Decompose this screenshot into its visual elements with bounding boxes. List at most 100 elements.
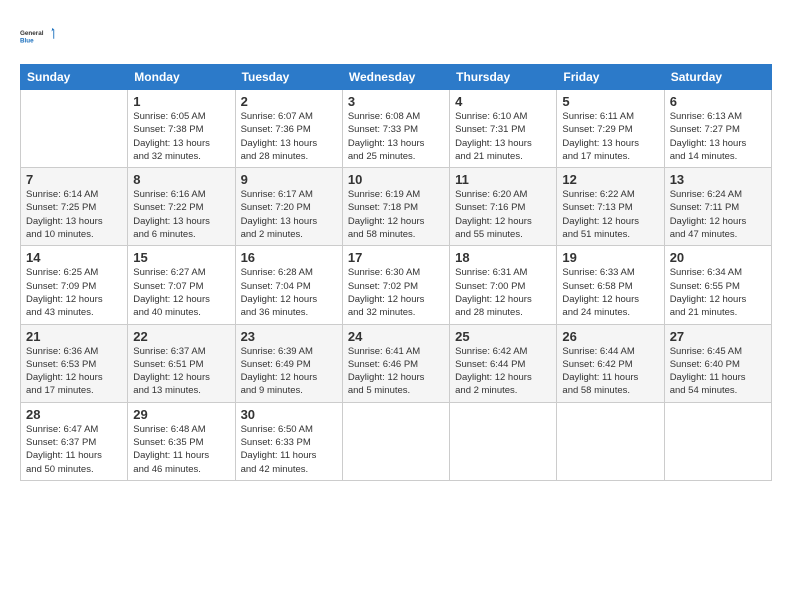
day-number: 7	[26, 172, 122, 187]
day-info: Sunrise: 6:11 AM Sunset: 7:29 PM Dayligh…	[562, 110, 658, 163]
calendar-cell	[664, 402, 771, 480]
calendar-cell: 29Sunrise: 6:48 AM Sunset: 6:35 PM Dayli…	[128, 402, 235, 480]
weekday-tuesday: Tuesday	[235, 65, 342, 90]
day-info: Sunrise: 6:30 AM Sunset: 7:02 PM Dayligh…	[348, 266, 444, 319]
day-number: 10	[348, 172, 444, 187]
day-info: Sunrise: 6:44 AM Sunset: 6:42 PM Dayligh…	[562, 345, 658, 398]
day-number: 23	[241, 329, 337, 344]
day-info: Sunrise: 6:17 AM Sunset: 7:20 PM Dayligh…	[241, 188, 337, 241]
logo-icon: General Blue	[20, 18, 56, 54]
svg-text:Blue: Blue	[20, 37, 34, 44]
day-number: 6	[670, 94, 766, 109]
calendar-cell: 28Sunrise: 6:47 AM Sunset: 6:37 PM Dayli…	[21, 402, 128, 480]
day-info: Sunrise: 6:42 AM Sunset: 6:44 PM Dayligh…	[455, 345, 551, 398]
weekday-thursday: Thursday	[450, 65, 557, 90]
weekday-friday: Friday	[557, 65, 664, 90]
day-number: 21	[26, 329, 122, 344]
calendar-cell: 23Sunrise: 6:39 AM Sunset: 6:49 PM Dayli…	[235, 324, 342, 402]
day-number: 2	[241, 94, 337, 109]
weekday-header-row: SundayMondayTuesdayWednesdayThursdayFrid…	[21, 65, 772, 90]
day-number: 28	[26, 407, 122, 422]
day-info: Sunrise: 6:45 AM Sunset: 6:40 PM Dayligh…	[670, 345, 766, 398]
day-info: Sunrise: 6:19 AM Sunset: 7:18 PM Dayligh…	[348, 188, 444, 241]
day-number: 15	[133, 250, 229, 265]
calendar-week-4: 21Sunrise: 6:36 AM Sunset: 6:53 PM Dayli…	[21, 324, 772, 402]
calendar-cell: 13Sunrise: 6:24 AM Sunset: 7:11 PM Dayli…	[664, 168, 771, 246]
calendar-week-1: 1Sunrise: 6:05 AM Sunset: 7:38 PM Daylig…	[21, 90, 772, 168]
day-number: 1	[133, 94, 229, 109]
day-info: Sunrise: 6:10 AM Sunset: 7:31 PM Dayligh…	[455, 110, 551, 163]
day-info: Sunrise: 6:20 AM Sunset: 7:16 PM Dayligh…	[455, 188, 551, 241]
calendar-cell: 8Sunrise: 6:16 AM Sunset: 7:22 PM Daylig…	[128, 168, 235, 246]
day-number: 17	[348, 250, 444, 265]
calendar-cell: 16Sunrise: 6:28 AM Sunset: 7:04 PM Dayli…	[235, 246, 342, 324]
day-number: 30	[241, 407, 337, 422]
day-number: 16	[241, 250, 337, 265]
day-number: 5	[562, 94, 658, 109]
calendar-cell	[21, 90, 128, 168]
day-info: Sunrise: 6:24 AM Sunset: 7:11 PM Dayligh…	[670, 188, 766, 241]
day-info: Sunrise: 6:14 AM Sunset: 7:25 PM Dayligh…	[26, 188, 122, 241]
day-number: 26	[562, 329, 658, 344]
logo: General Blue	[20, 18, 60, 54]
calendar-cell	[450, 402, 557, 480]
day-number: 29	[133, 407, 229, 422]
calendar-cell: 19Sunrise: 6:33 AM Sunset: 6:58 PM Dayli…	[557, 246, 664, 324]
day-info: Sunrise: 6:33 AM Sunset: 6:58 PM Dayligh…	[562, 266, 658, 319]
day-info: Sunrise: 6:47 AM Sunset: 6:37 PM Dayligh…	[26, 423, 122, 476]
day-info: Sunrise: 6:16 AM Sunset: 7:22 PM Dayligh…	[133, 188, 229, 241]
day-info: Sunrise: 6:22 AM Sunset: 7:13 PM Dayligh…	[562, 188, 658, 241]
calendar-cell: 27Sunrise: 6:45 AM Sunset: 6:40 PM Dayli…	[664, 324, 771, 402]
day-info: Sunrise: 6:07 AM Sunset: 7:36 PM Dayligh…	[241, 110, 337, 163]
calendar-cell: 9Sunrise: 6:17 AM Sunset: 7:20 PM Daylig…	[235, 168, 342, 246]
calendar-cell	[342, 402, 449, 480]
page: General Blue SundayMondayTuesdayWednesda…	[0, 0, 792, 612]
day-number: 9	[241, 172, 337, 187]
weekday-sunday: Sunday	[21, 65, 128, 90]
calendar-cell: 3Sunrise: 6:08 AM Sunset: 7:33 PM Daylig…	[342, 90, 449, 168]
calendar-cell: 30Sunrise: 6:50 AM Sunset: 6:33 PM Dayli…	[235, 402, 342, 480]
day-number: 24	[348, 329, 444, 344]
calendar-cell: 4Sunrise: 6:10 AM Sunset: 7:31 PM Daylig…	[450, 90, 557, 168]
svg-text:General: General	[20, 30, 44, 37]
calendar-cell: 12Sunrise: 6:22 AM Sunset: 7:13 PM Dayli…	[557, 168, 664, 246]
day-info: Sunrise: 6:28 AM Sunset: 7:04 PM Dayligh…	[241, 266, 337, 319]
weekday-wednesday: Wednesday	[342, 65, 449, 90]
day-info: Sunrise: 6:34 AM Sunset: 6:55 PM Dayligh…	[670, 266, 766, 319]
day-number: 13	[670, 172, 766, 187]
calendar-table: SundayMondayTuesdayWednesdayThursdayFrid…	[20, 64, 772, 481]
day-number: 20	[670, 250, 766, 265]
day-info: Sunrise: 6:31 AM Sunset: 7:00 PM Dayligh…	[455, 266, 551, 319]
day-number: 3	[348, 94, 444, 109]
calendar-cell	[557, 402, 664, 480]
day-info: Sunrise: 6:08 AM Sunset: 7:33 PM Dayligh…	[348, 110, 444, 163]
calendar-cell: 22Sunrise: 6:37 AM Sunset: 6:51 PM Dayli…	[128, 324, 235, 402]
day-number: 8	[133, 172, 229, 187]
weekday-saturday: Saturday	[664, 65, 771, 90]
day-info: Sunrise: 6:48 AM Sunset: 6:35 PM Dayligh…	[133, 423, 229, 476]
day-number: 27	[670, 329, 766, 344]
day-info: Sunrise: 6:05 AM Sunset: 7:38 PM Dayligh…	[133, 110, 229, 163]
calendar-cell: 1Sunrise: 6:05 AM Sunset: 7:38 PM Daylig…	[128, 90, 235, 168]
day-info: Sunrise: 6:41 AM Sunset: 6:46 PM Dayligh…	[348, 345, 444, 398]
calendar-cell: 5Sunrise: 6:11 AM Sunset: 7:29 PM Daylig…	[557, 90, 664, 168]
day-info: Sunrise: 6:25 AM Sunset: 7:09 PM Dayligh…	[26, 266, 122, 319]
calendar-cell: 10Sunrise: 6:19 AM Sunset: 7:18 PM Dayli…	[342, 168, 449, 246]
header: General Blue	[20, 18, 772, 54]
calendar-week-3: 14Sunrise: 6:25 AM Sunset: 7:09 PM Dayli…	[21, 246, 772, 324]
day-info: Sunrise: 6:37 AM Sunset: 6:51 PM Dayligh…	[133, 345, 229, 398]
day-number: 18	[455, 250, 551, 265]
calendar-cell: 14Sunrise: 6:25 AM Sunset: 7:09 PM Dayli…	[21, 246, 128, 324]
day-info: Sunrise: 6:27 AM Sunset: 7:07 PM Dayligh…	[133, 266, 229, 319]
calendar-cell: 18Sunrise: 6:31 AM Sunset: 7:00 PM Dayli…	[450, 246, 557, 324]
calendar-cell: 25Sunrise: 6:42 AM Sunset: 6:44 PM Dayli…	[450, 324, 557, 402]
day-number: 4	[455, 94, 551, 109]
calendar-cell: 15Sunrise: 6:27 AM Sunset: 7:07 PM Dayli…	[128, 246, 235, 324]
calendar-cell: 11Sunrise: 6:20 AM Sunset: 7:16 PM Dayli…	[450, 168, 557, 246]
calendar-cell: 20Sunrise: 6:34 AM Sunset: 6:55 PM Dayli…	[664, 246, 771, 324]
day-number: 19	[562, 250, 658, 265]
calendar-week-5: 28Sunrise: 6:47 AM Sunset: 6:37 PM Dayli…	[21, 402, 772, 480]
calendar-cell: 21Sunrise: 6:36 AM Sunset: 6:53 PM Dayli…	[21, 324, 128, 402]
day-info: Sunrise: 6:39 AM Sunset: 6:49 PM Dayligh…	[241, 345, 337, 398]
day-number: 14	[26, 250, 122, 265]
